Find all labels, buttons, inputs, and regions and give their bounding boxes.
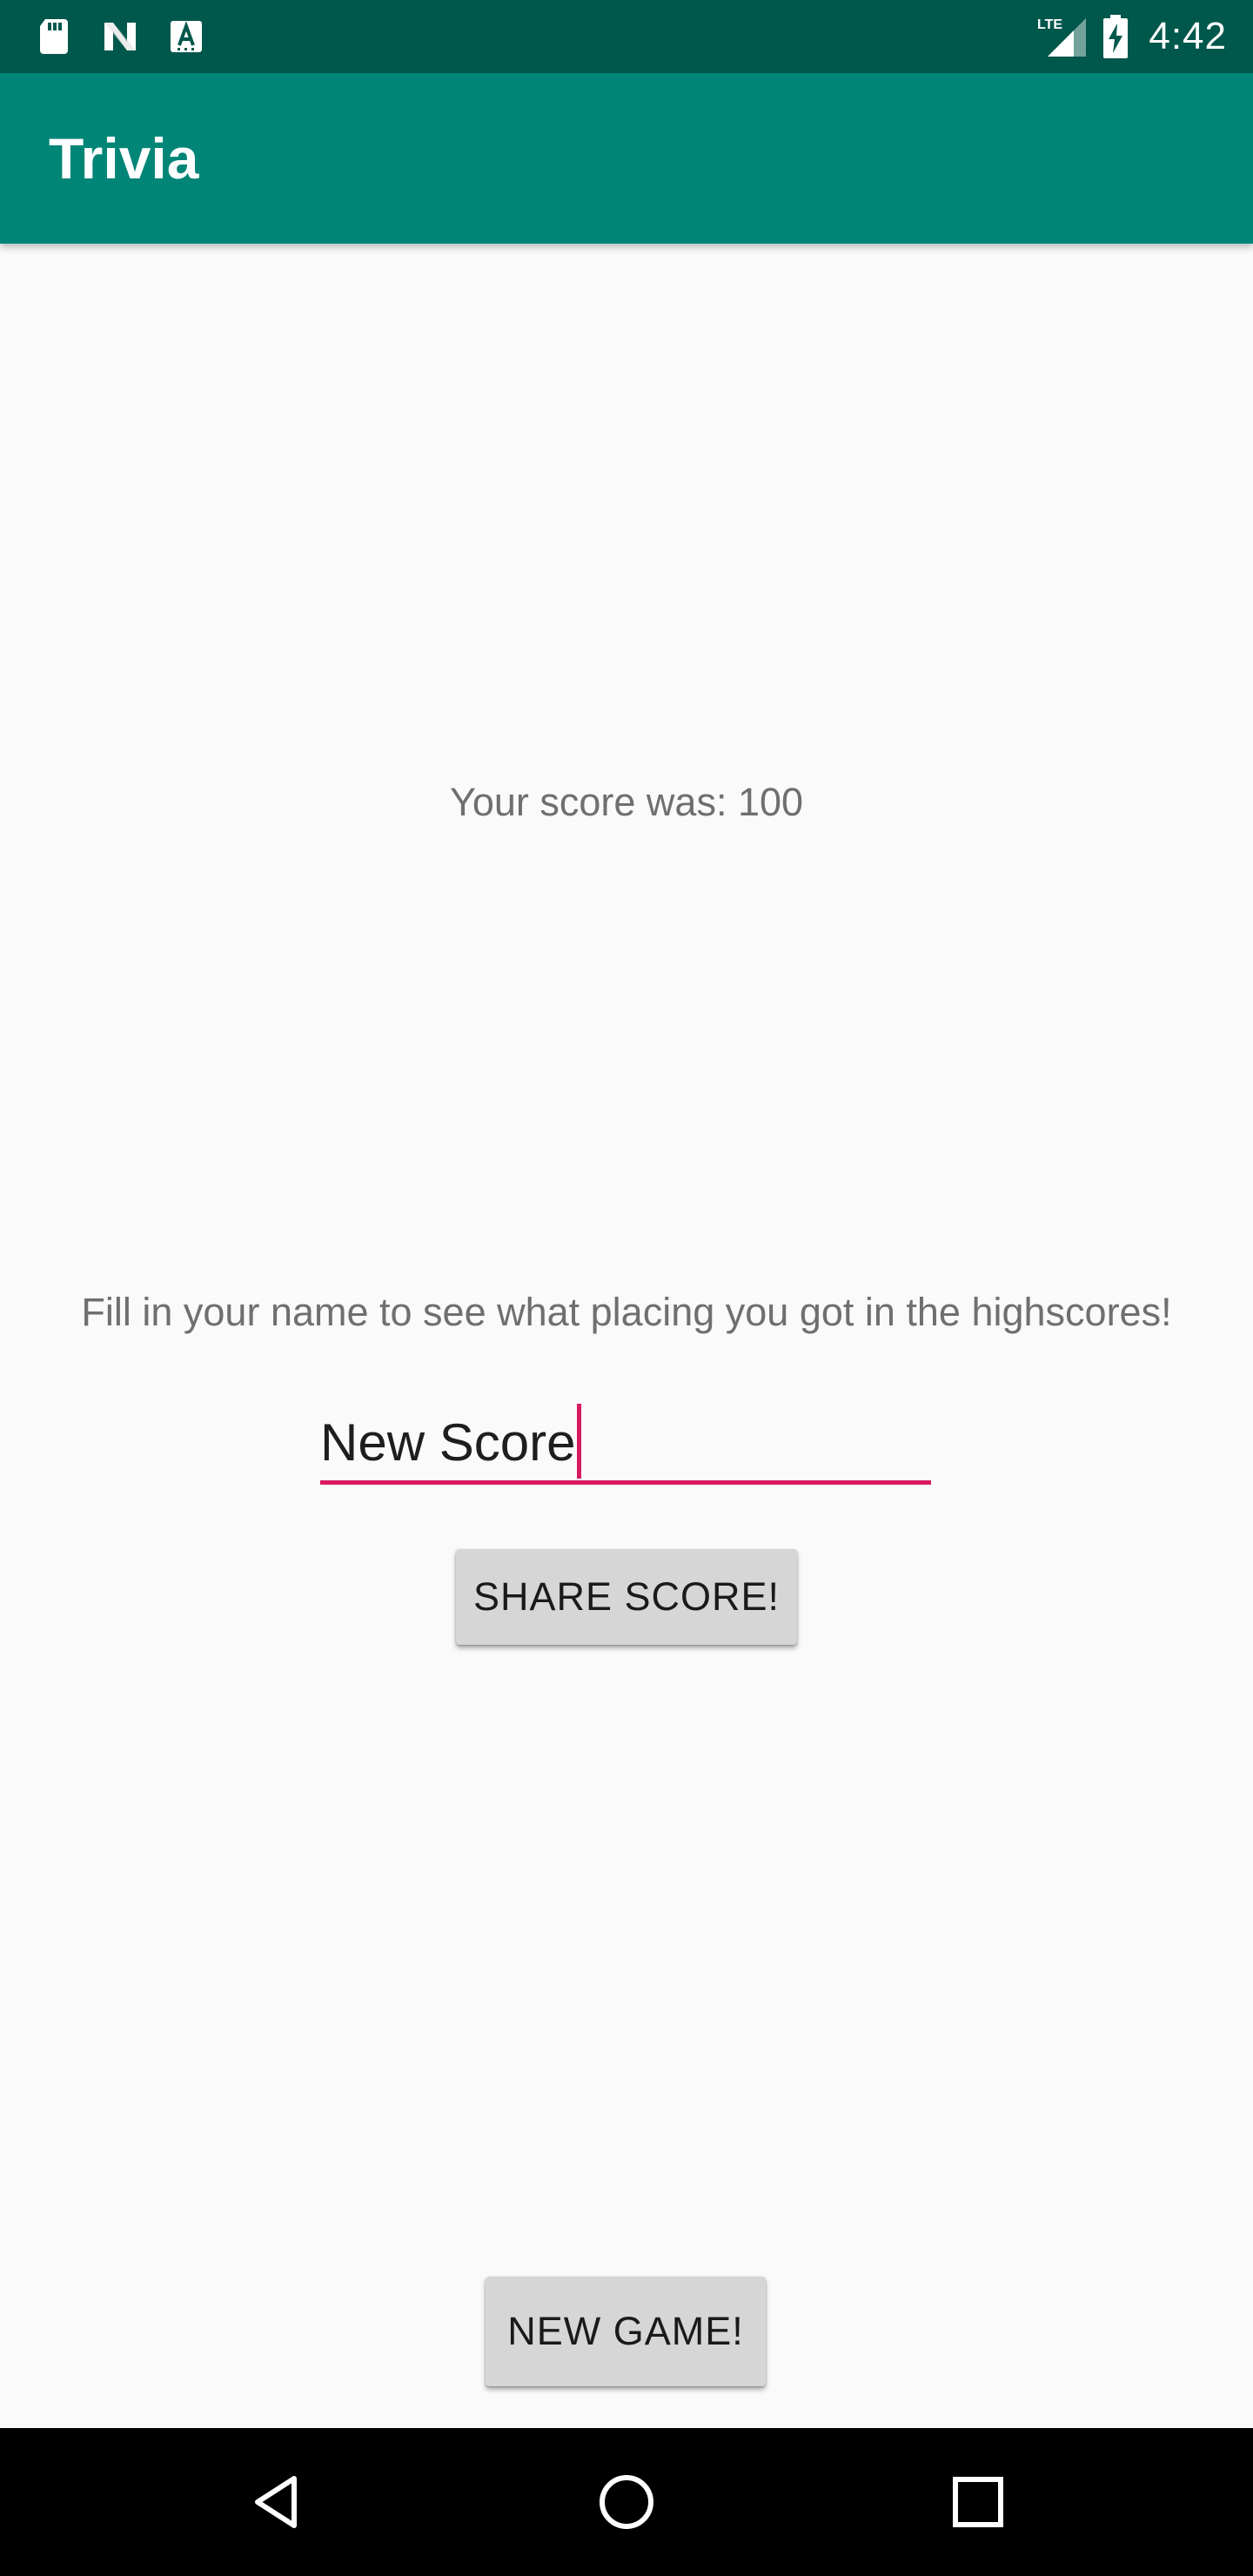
name-input[interactable]: New Score xyxy=(320,1396,931,1485)
n-notification-icon xyxy=(104,23,136,50)
share-score-button[interactable]: SHARE SCORE! xyxy=(456,1549,797,1645)
status-clock: 4:42 xyxy=(1149,15,1227,57)
nav-back-button[interactable] xyxy=(228,2454,324,2550)
sd-card-icon xyxy=(40,19,68,54)
name-input-value: New Score xyxy=(320,1413,576,1472)
app-title: Trivia xyxy=(49,126,199,191)
highscore-prompt: Fill in your name to see what placing yo… xyxy=(81,1290,1172,1334)
score-text: Your score was: 100 xyxy=(449,780,804,824)
status-notifications xyxy=(33,12,207,61)
battery-charging-icon xyxy=(1103,15,1129,58)
back-icon xyxy=(255,2476,297,2528)
lte-signal-icon: LTE xyxy=(1037,17,1087,57)
text-caret xyxy=(577,1404,582,1479)
home-icon xyxy=(600,2475,653,2529)
svg-text:LTE: LTE xyxy=(1037,17,1062,32)
a-notification-icon xyxy=(171,21,202,52)
status-bar: LTE 4:42 xyxy=(0,0,1253,73)
app-bar: Trivia xyxy=(0,73,1253,244)
nav-recents-button[interactable] xyxy=(930,2454,1026,2550)
recents-icon xyxy=(953,2477,1003,2527)
navigation-bar xyxy=(0,2428,1253,2576)
status-system: LTE 4:42 xyxy=(1035,10,1227,63)
nav-home-button[interactable] xyxy=(579,2454,674,2550)
new-game-button[interactable]: NEW GAME! xyxy=(486,2277,766,2386)
